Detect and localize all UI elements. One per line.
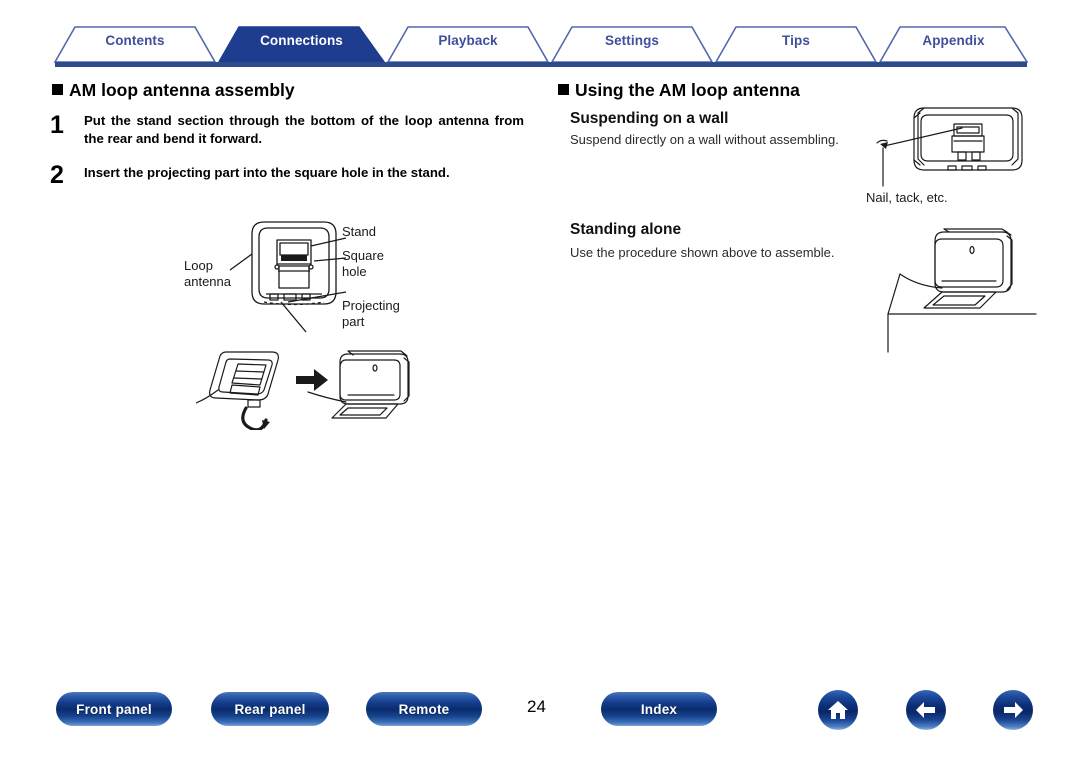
diagram-label-stand: Stand [342, 224, 376, 239]
tab-shape-connections-active [217, 26, 386, 63]
step-1-text: Put the stand section through the bottom… [84, 113, 524, 147]
arrow-left-icon [916, 702, 935, 718]
right-section-heading: Using the AM loop antenna [558, 80, 800, 101]
tab-shape-contents [53, 26, 217, 63]
footer-button-rear-panel[interactable]: Rear panel [211, 692, 329, 726]
left-section-heading-text: AM loop antenna assembly [69, 80, 295, 100]
step-2-number: 2 [50, 161, 64, 189]
wall-mount-illustration [876, 107, 1023, 187]
right-section-heading-text: Using the AM loop antenna [575, 80, 800, 100]
tab-bar-graphic [53, 26, 1029, 67]
bullet-square-icon-2 [558, 84, 569, 95]
footer-button-rear-panel-label: Rear panel [234, 701, 306, 717]
tab-shape-appendix [878, 26, 1029, 63]
antenna-assembly-illustration [196, 350, 410, 430]
subsection-title-standing: Standing alone [570, 221, 682, 238]
back-button[interactable] [906, 690, 946, 730]
caption-nail-tack: Nail, tack, etc. [866, 190, 948, 205]
standing-alone-illustration [887, 228, 1037, 353]
footer-button-front-panel[interactable]: Front panel [56, 692, 172, 726]
document-page: Contents Connections Playback Settings T… [0, 0, 1080, 761]
footer-button-index-label: Index [640, 701, 678, 717]
tab-shape-tips [714, 26, 878, 63]
forward-button[interactable] [993, 690, 1033, 730]
top-tab-bar: Contents Connections Playback Settings T… [0, 22, 1080, 70]
home-button[interactable] [818, 690, 858, 730]
footer-button-remote[interactable]: Remote [366, 692, 482, 726]
bullet-square-icon [52, 84, 63, 95]
tab-shape-playback [386, 26, 550, 63]
step-1-number: 1 [50, 111, 64, 139]
diagram-label-loop-antenna: Loop antenna [184, 258, 231, 289]
tab-shapes [53, 26, 1029, 63]
tab-shape-settings [550, 26, 714, 63]
left-section-heading: AM loop antenna assembly [52, 80, 295, 101]
subsection-title-suspending: Suspending on a wall [570, 110, 729, 127]
footer-button-front-panel-label: Front panel [76, 701, 152, 717]
subsection-body-standing: Use the procedure shown above to assembl… [570, 245, 835, 260]
footer-button-index[interactable]: Index [601, 692, 717, 726]
step-2-text: Insert the projecting part into the squa… [84, 165, 450, 180]
home-icon [828, 701, 848, 719]
diagram-label-square-hole: Square hole [342, 248, 384, 279]
diagram-label-projecting-part: Projecting part [342, 298, 400, 329]
subsection-body-suspending: Suspend directly on a wall without assem… [570, 132, 839, 147]
tab-bar-rule [55, 62, 1027, 67]
arrow-right-icon [1004, 702, 1023, 718]
page-number: 24 [527, 697, 546, 716]
footer-button-remote-label: Remote [398, 701, 450, 717]
